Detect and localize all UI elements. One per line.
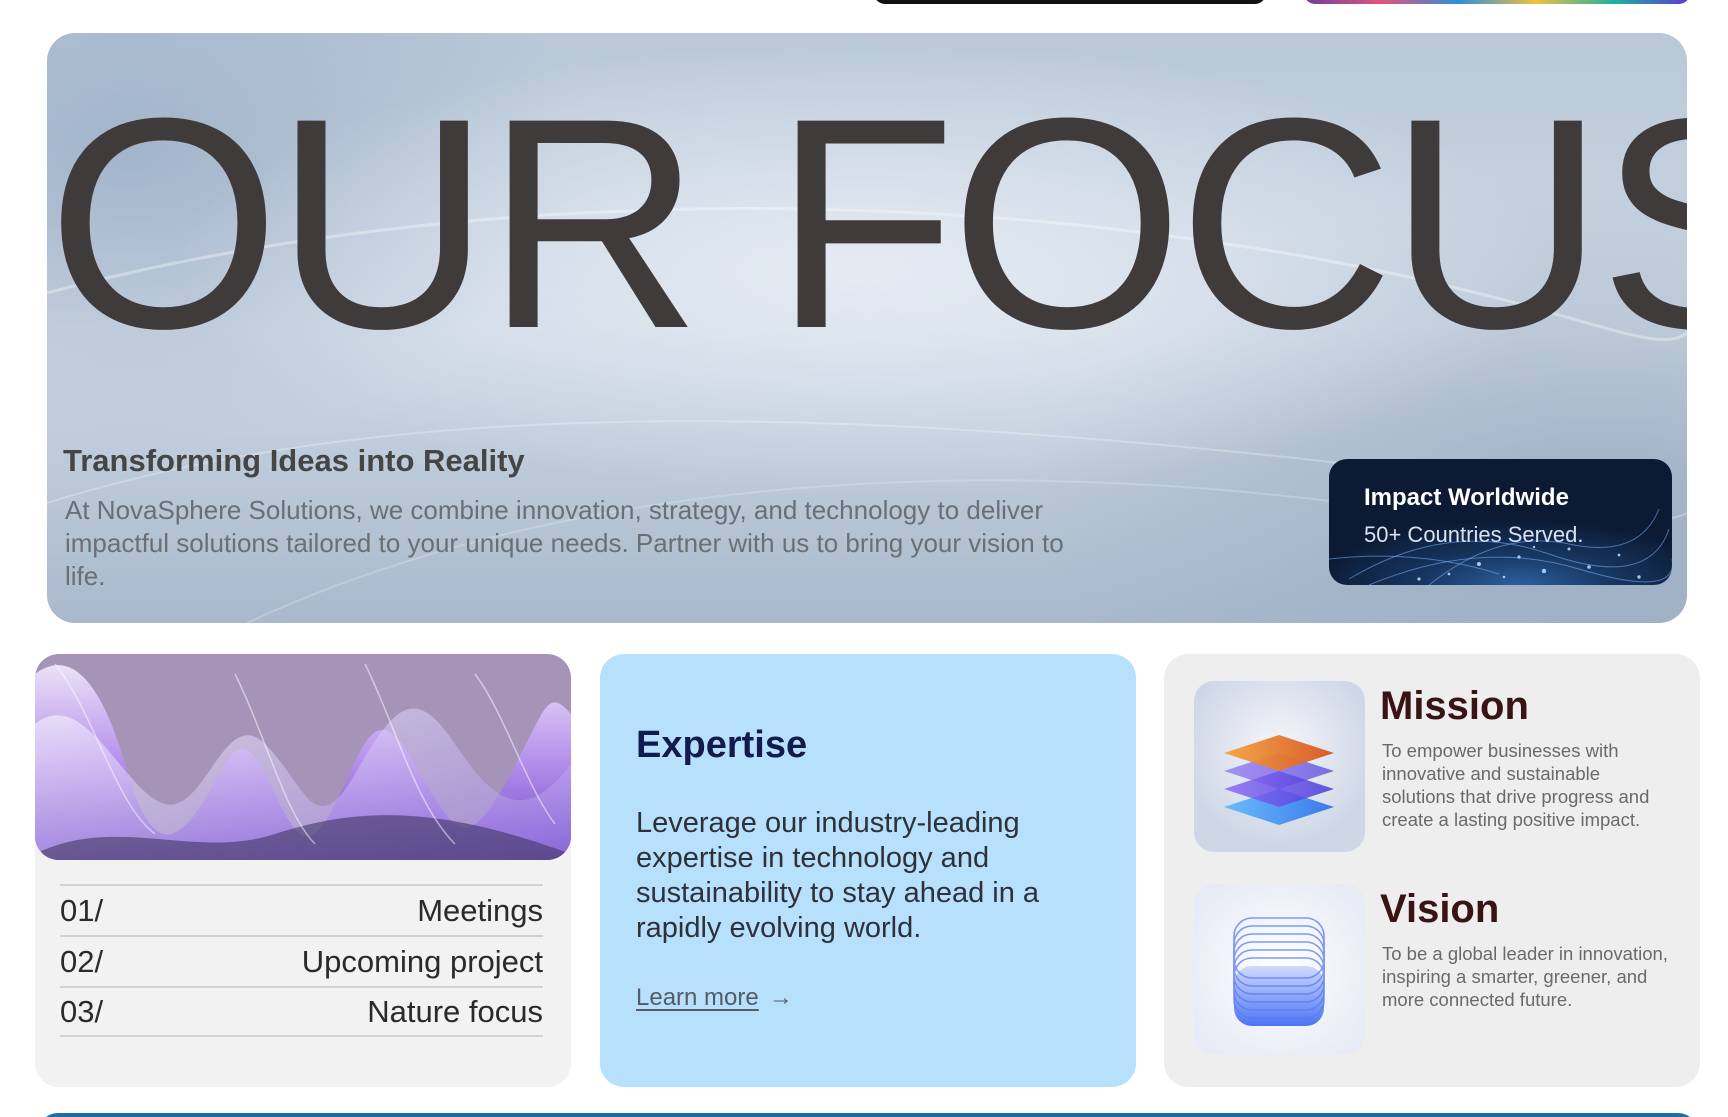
list-item-label: Upcoming project (301, 943, 543, 979)
focus-list-card: 01/ Meetings 02/ Upcoming project 03/ Na… (35, 654, 571, 1087)
list-item-number: 02/ (60, 943, 104, 979)
hero-banner: OUR FOCUS Transforming Ideas into Realit… (47, 33, 1687, 623)
expertise-title: Expertise (636, 724, 808, 766)
arrow-right-icon: → (768, 984, 793, 1011)
focus-list: 01/ Meetings 02/ Upcoming project 03/ Na… (60, 884, 543, 1037)
mission-vision-card: Mission To empower businesses with innov… (1164, 654, 1700, 1087)
vision-description: To be a global leader in innovation, ins… (1382, 943, 1668, 1010)
impact-worldwide-card[interactable]: Impact Worldwide 50+ Countries Served. (1329, 459, 1672, 585)
mission-title: Mission (1380, 684, 1529, 728)
list-item-label: Meetings (417, 892, 543, 928)
list-item-number: 03/ (60, 993, 104, 1029)
hero-description: At NovaSphere Solutions, we combine inno… (65, 495, 1064, 591)
expertise-card: Expertise Leverage our industry-leading … (600, 654, 1136, 1087)
impact-subtitle: 50+ Countries Served. (1364, 522, 1584, 547)
top-gradient-pill (1304, 0, 1690, 4)
learn-more-link[interactable]: Learn more → (636, 984, 793, 1012)
top-dark-pill (874, 0, 1266, 4)
glass-stack-icon (1194, 884, 1365, 1055)
abstract-wave-artwork (35, 654, 571, 860)
hero-title: OUR FOCUS (47, 55, 1687, 391)
learn-more-label: Learn more (636, 984, 759, 1011)
mission-description: To empower businesses with innovative an… (1382, 740, 1650, 830)
list-item[interactable]: 01/ Meetings (60, 884, 543, 935)
list-item-number: 01/ (60, 892, 104, 928)
expertise-body: Leverage our industry-leading expertise … (636, 807, 1040, 944)
hero-subtitle: Transforming Ideas into Reality (63, 443, 525, 478)
layers-stack-icon (1194, 681, 1365, 852)
list-item-label: Nature focus (367, 993, 543, 1029)
vision-title: Vision (1380, 887, 1500, 931)
list-item[interactable]: 03/ Nature focus (60, 986, 543, 1037)
bottom-section-bar (38, 1113, 1698, 1117)
list-item[interactable]: 02/ Upcoming project (60, 935, 543, 986)
impact-title: Impact Worldwide (1364, 484, 1569, 511)
